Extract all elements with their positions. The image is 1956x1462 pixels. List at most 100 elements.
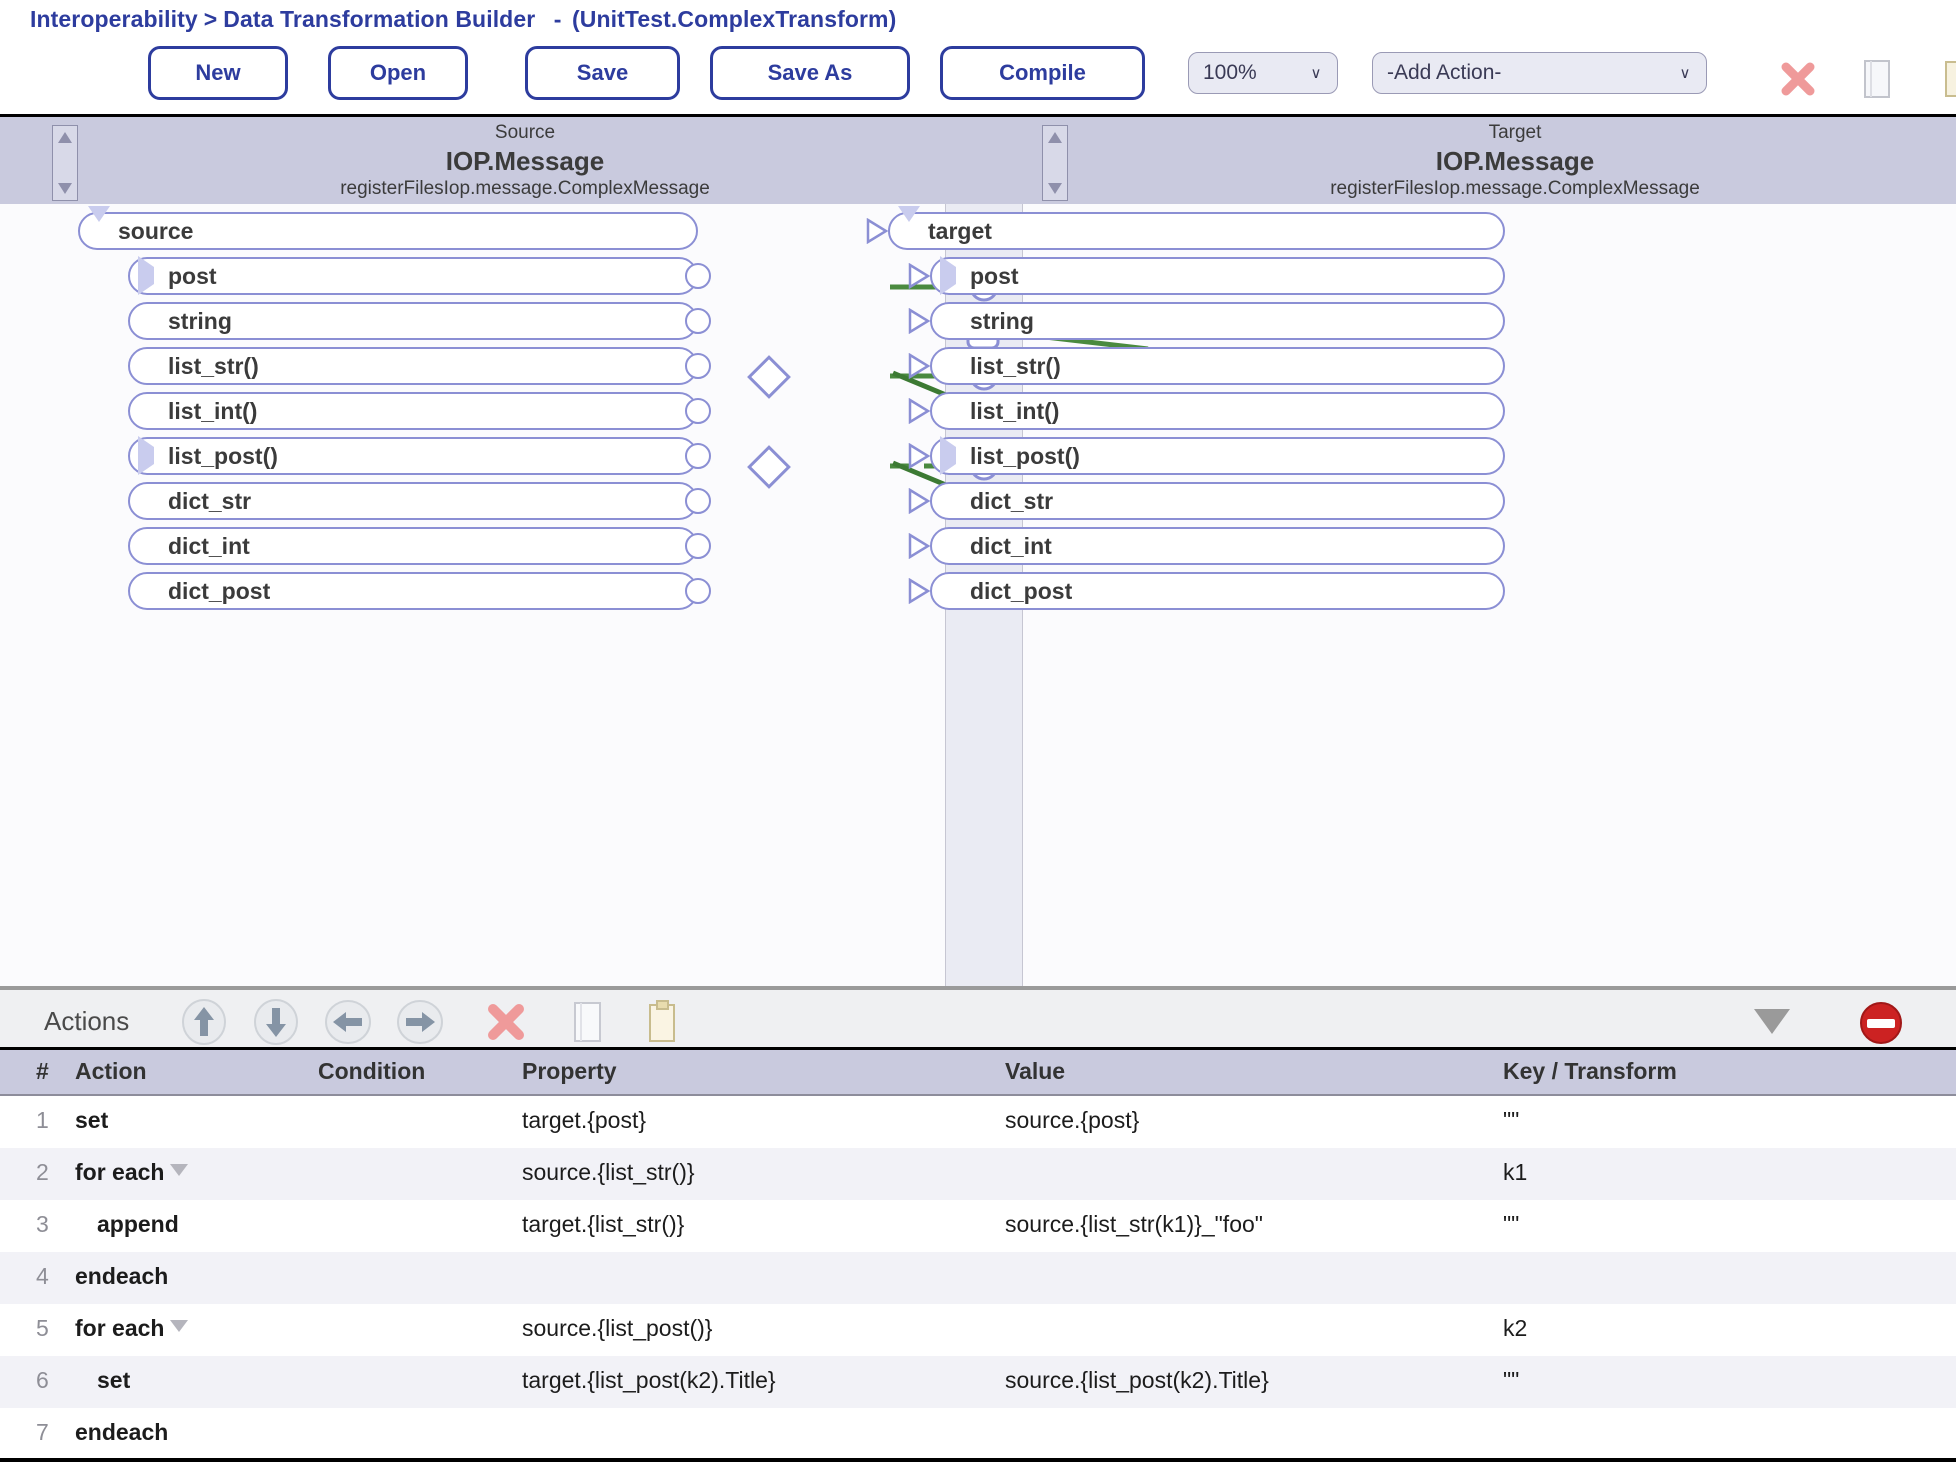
table-row[interactable]: 2 for each source.{list_str()} k1 — [0, 1148, 1956, 1200]
mapping-canvas[interactable]: sourcepoststringlist_str()list_int()list… — [0, 204, 1956, 986]
row-property[interactable]: source.{list_str()} — [522, 1159, 695, 1186]
open-button[interactable]: Open — [328, 46, 468, 100]
source-port-dict_post[interactable] — [685, 578, 711, 604]
source-node-list_str[interactable]: list_str() — [128, 347, 698, 385]
table-row[interactable]: 6settarget.{list_post(k2).Title}source.{… — [0, 1356, 1956, 1408]
paste-icon[interactable] — [645, 1000, 681, 1049]
target-inlet-arrow-target[interactable] — [866, 218, 888, 244]
compile-button[interactable]: Compile — [940, 46, 1145, 100]
expander-expand-icon[interactable] — [138, 436, 154, 475]
source-port-dict_str[interactable] — [685, 488, 711, 514]
row-value[interactable]: source.{list_str(k1)}_"foo" — [1005, 1211, 1263, 1238]
source-port-string[interactable] — [685, 308, 711, 334]
add-action-select[interactable]: -Add Action- ∨ — [1372, 52, 1707, 94]
column-header-action[interactable]: Action — [75, 1058, 147, 1085]
source-node-list_post[interactable]: list_post() — [128, 437, 698, 475]
row-key-transform[interactable]: k1 — [1503, 1159, 1527, 1186]
target-inlet-arrow-list_post[interactable] — [908, 443, 930, 469]
target-inlet-arrow-list_str[interactable] — [908, 353, 930, 379]
target-inlet-arrow-list_int[interactable] — [908, 398, 930, 424]
outdent-icon[interactable] — [324, 998, 372, 1051]
source-port-list_post[interactable] — [685, 443, 711, 469]
new-button[interactable]: New — [148, 46, 288, 100]
row-action-dropdown-icon[interactable] — [170, 1164, 188, 1176]
copy-icon[interactable] — [570, 1000, 606, 1049]
column-header-key[interactable]: Key / Transform — [1503, 1058, 1677, 1085]
source-node-list_int[interactable]: list_int() — [128, 392, 698, 430]
indent-icon[interactable] — [396, 998, 444, 1051]
row-key-transform[interactable]: "" — [1503, 1211, 1519, 1238]
target-node-dict_str[interactable]: dict_str — [930, 482, 1505, 520]
row-property[interactable]: target.{list_post(k2).Title} — [522, 1367, 776, 1394]
source-port-post[interactable] — [685, 263, 711, 289]
table-row[interactable]: 5 for each source.{list_post()} k2 — [0, 1304, 1956, 1356]
source-node-source[interactable]: source — [78, 212, 698, 250]
expander-expand-icon[interactable] — [940, 256, 956, 295]
expander-expand-icon[interactable] — [940, 436, 956, 475]
row-number[interactable]: 7 — [36, 1419, 49, 1446]
row-value[interactable]: source.{post} — [1005, 1107, 1139, 1134]
row-property[interactable]: target.{list_str()} — [522, 1211, 684, 1238]
row-key-transform[interactable]: k2 — [1503, 1315, 1527, 1342]
row-number[interactable]: 3 — [36, 1211, 49, 1238]
column-header-condition[interactable]: Condition — [318, 1058, 425, 1085]
row-action[interactable]: append — [97, 1211, 179, 1238]
target-node-string[interactable]: string — [930, 302, 1505, 340]
row-action[interactable]: for each — [75, 1315, 188, 1342]
target-node-list_str[interactable]: list_str() — [930, 347, 1505, 385]
target-node-list_int[interactable]: list_int() — [930, 392, 1505, 430]
collapse-triangle-icon[interactable] — [1750, 1004, 1794, 1043]
source-port-list_str[interactable] — [685, 353, 711, 379]
move-up-icon[interactable] — [180, 998, 228, 1051]
row-action[interactable]: endeach — [75, 1419, 168, 1446]
row-property[interactable]: source.{list_post()} — [522, 1315, 712, 1342]
source-node-dict_post[interactable]: dict_post — [128, 572, 698, 610]
row-number[interactable]: 4 — [36, 1263, 49, 1290]
move-down-icon[interactable] — [252, 998, 300, 1051]
target-inlet-arrow-dict_int[interactable] — [908, 533, 930, 559]
breadcrumb-page[interactable]: Data Transformation Builder — [223, 6, 535, 32]
row-number[interactable]: 5 — [36, 1315, 49, 1342]
breadcrumb-root[interactable]: Interoperability — [30, 6, 198, 32]
zoom-select[interactable]: 100% ∨ — [1188, 52, 1338, 94]
row-action[interactable]: set — [97, 1367, 130, 1394]
expander-collapse-icon[interactable] — [898, 206, 920, 239]
delete-x-icon[interactable] — [484, 1000, 528, 1049]
row-property[interactable]: target.{post} — [522, 1107, 646, 1134]
target-node-list_post[interactable]: list_post() — [930, 437, 1505, 475]
delete-x-icon[interactable] — [1775, 56, 1821, 102]
target-inlet-arrow-dict_str[interactable] — [908, 488, 930, 514]
expander-collapse-icon[interactable] — [88, 206, 110, 239]
row-key-transform[interactable]: "" — [1503, 1107, 1519, 1134]
row-number[interactable]: 2 — [36, 1159, 49, 1186]
source-port-list_int[interactable] — [685, 398, 711, 424]
target-node-dict_post[interactable]: dict_post — [930, 572, 1505, 610]
copy-icon[interactable] — [1855, 56, 1901, 102]
target-inlet-arrow-dict_post[interactable] — [908, 578, 930, 604]
table-row[interactable]: 7 endeach — [0, 1408, 1956, 1460]
source-node-string[interactable]: string — [128, 302, 698, 340]
column-header-number[interactable]: # — [36, 1058, 49, 1085]
no-entry-icon[interactable] — [1858, 1000, 1904, 1051]
row-action[interactable]: endeach — [75, 1263, 168, 1290]
table-row[interactable]: 3 append target.{list_str()} source.{list_s… — [0, 1200, 1956, 1252]
target-node-target[interactable]: target — [888, 212, 1505, 250]
row-action[interactable]: for each — [75, 1159, 188, 1186]
source-node-dict_str[interactable]: dict_str — [128, 482, 698, 520]
save-button[interactable]: Save — [525, 46, 680, 100]
target-inlet-arrow-post[interactable] — [908, 263, 930, 289]
target-node-post[interactable]: post — [930, 257, 1505, 295]
target-inlet-arrow-string[interactable] — [908, 308, 930, 334]
source-port-dict_int[interactable] — [685, 533, 711, 559]
row-number[interactable]: 1 — [36, 1107, 49, 1134]
expander-expand-icon[interactable] — [138, 256, 154, 295]
column-header-property[interactable]: Property — [522, 1058, 617, 1085]
table-row[interactable]: 1 set target.{post} source.{post} "" — [0, 1096, 1956, 1148]
row-action[interactable]: set — [75, 1107, 108, 1134]
save-as-button[interactable]: Save As — [710, 46, 910, 100]
column-header-value[interactable]: Value — [1005, 1058, 1065, 1085]
source-node-post[interactable]: post — [128, 257, 698, 295]
paste-icon[interactable] — [1935, 56, 1956, 102]
source-node-dict_int[interactable]: dict_int — [128, 527, 698, 565]
row-key-transform[interactable]: "" — [1503, 1367, 1519, 1394]
